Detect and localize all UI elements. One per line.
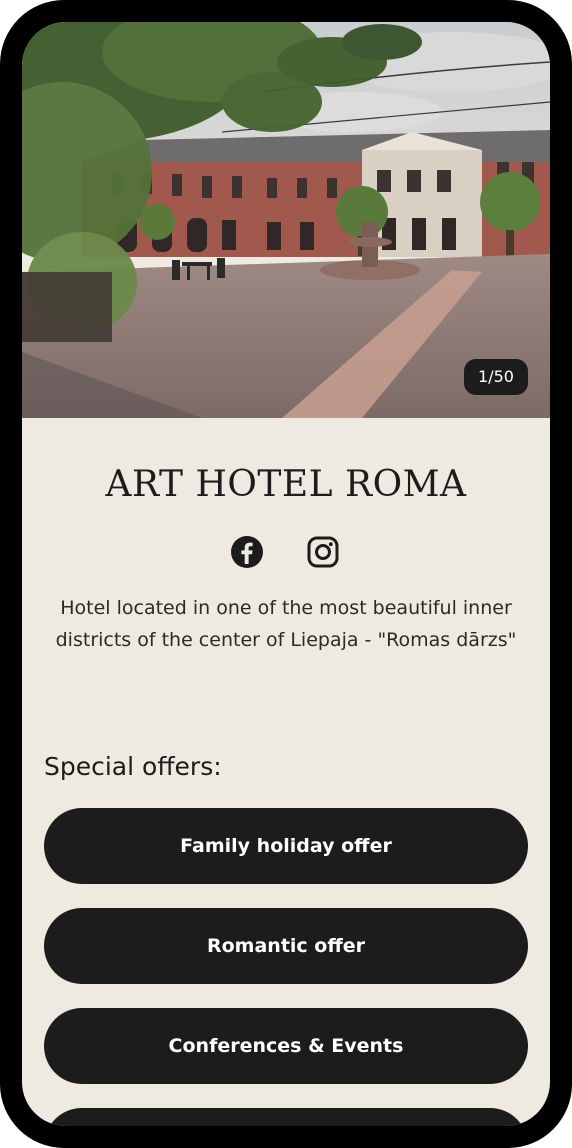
conferences-events-button[interactable]: Conferences & Events [44, 1008, 528, 1084]
phone-frame: 1/50 ART HOTEL ROMA Hotel located in one… [0, 0, 572, 1148]
offer-button[interactable] [44, 1108, 528, 1126]
hotel-photo[interactable]: 1/50 [22, 22, 550, 418]
romantic-offer-button[interactable]: Romantic offer [44, 908, 528, 984]
gallery-counter: 1/50 [464, 359, 528, 395]
facebook-icon[interactable] [230, 535, 264, 569]
hotel-description: Hotel located in one of the most beautif… [55, 597, 517, 651]
special-offers-heading: Special offers: [44, 752, 222, 781]
family-holiday-offer-button[interactable]: Family holiday offer [44, 808, 528, 884]
screen: 1/50 ART HOTEL ROMA Hotel located in one… [22, 22, 550, 1126]
instagram-icon[interactable] [306, 535, 340, 569]
hotel-title: ART HOTEL ROMA [105, 464, 467, 505]
